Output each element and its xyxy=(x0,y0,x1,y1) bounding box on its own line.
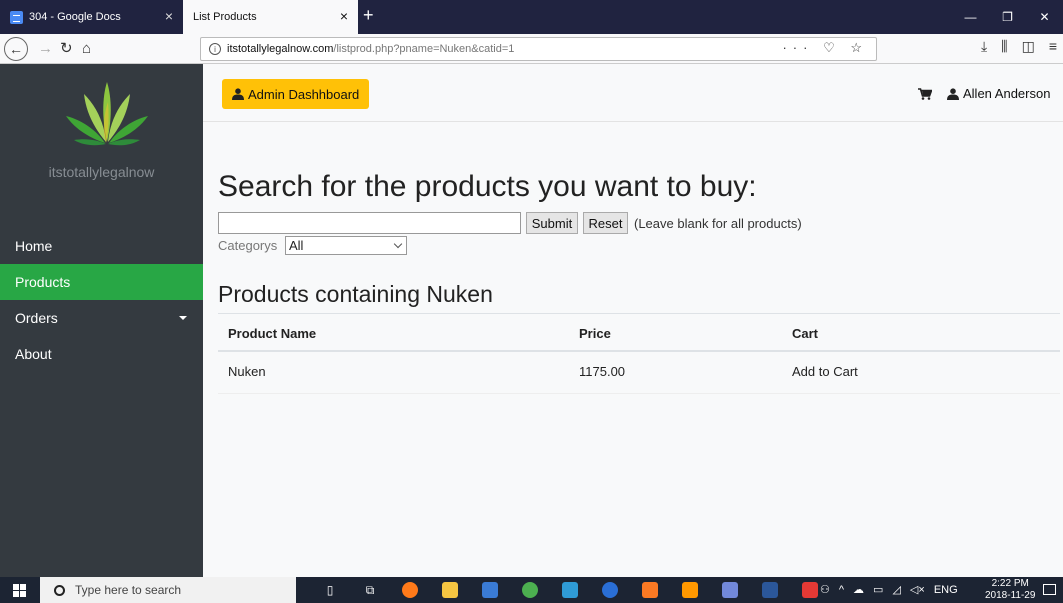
tab-title: 304 - Google Docs xyxy=(29,11,121,23)
column-header-product-name: Product Name xyxy=(228,326,317,341)
address-bar[interactable]: i itstotallylegalnow.com/listprod.php?pn… xyxy=(200,37,877,61)
system-tray: ⚇ ^ ☁ ▭ ◿ ◁× ENG xyxy=(820,583,958,597)
products-table: Product Name Price Cart Nuken 1175.00 Ad… xyxy=(218,313,1060,394)
column-header-cart: Cart xyxy=(792,326,819,341)
r-app-icon[interactable] xyxy=(590,577,630,603)
product-search-input[interactable] xyxy=(218,212,521,234)
restore-icon[interactable]: ❐ xyxy=(989,0,1026,34)
taskbar-clock[interactable]: 2:22 PM 2018-11-29 xyxy=(985,578,1035,602)
tab-list-products[interactable]: List Products × xyxy=(183,0,358,34)
submit-button[interactable]: Submit xyxy=(526,212,578,234)
close-icon[interactable]: × xyxy=(165,9,173,23)
top-bar: Admin Dashhboard Allen Anderson xyxy=(203,64,1063,122)
close-window-icon[interactable]: ✕ xyxy=(1026,0,1063,34)
user-icon xyxy=(947,87,959,100)
sidebar-item-label: Products xyxy=(15,274,71,290)
task-view-icon[interactable]: ⧉ xyxy=(350,577,390,603)
table-header: Product Name Price Cart xyxy=(218,313,1060,352)
tab-google-docs[interactable]: 304 - Google Docs × xyxy=(0,0,183,34)
clock-time: 2:22 PM xyxy=(991,578,1029,589)
battery-icon[interactable]: ▭ xyxy=(873,583,883,596)
cannabis-leaf-logo xyxy=(66,82,148,146)
reload-icon[interactable]: ↻ xyxy=(60,38,73,60)
sublime-text-icon[interactable] xyxy=(670,577,710,603)
network-app-icon[interactable] xyxy=(550,577,590,603)
page-title: Search for the products you want to buy: xyxy=(218,170,757,203)
forward-arrow-icon[interactable]: → xyxy=(38,38,53,60)
download-icon[interactable]: ⤓ xyxy=(981,38,987,55)
browser-nav-bar: ← → ↻ ⌂ i itstotallylegalnow.com/listpro… xyxy=(0,34,1063,64)
people-icon[interactable]: ⚇ xyxy=(820,583,830,596)
sidebar: itstotallylegalnow Home Products Orders … xyxy=(0,64,203,577)
cloud-icon[interactable]: ☁ xyxy=(853,583,864,596)
close-icon[interactable]: × xyxy=(340,9,348,23)
sidebar-item-about[interactable]: About xyxy=(0,336,203,372)
table-row: Nuken 1175.00 Add to Cart xyxy=(218,352,1060,394)
sidebar-item-home[interactable]: Home xyxy=(0,228,203,264)
category-label: Categorys xyxy=(218,238,278,253)
column-header-price: Price xyxy=(579,326,611,341)
back-arrow-icon[interactable]: ← xyxy=(4,37,28,61)
wifi-icon[interactable]: ◿ xyxy=(892,583,900,596)
caret-down-icon xyxy=(179,316,187,320)
firefox-icon[interactable] xyxy=(390,577,430,603)
volume-icon[interactable]: ◁× xyxy=(910,583,925,596)
search-hint: (Leave blank for all products) xyxy=(634,216,802,231)
user-account-link[interactable]: Allen Anderson xyxy=(947,86,1050,101)
windows-start-icon[interactable] xyxy=(13,584,26,597)
chrome-icon[interactable] xyxy=(510,577,550,603)
sidebar-item-label: About xyxy=(15,346,52,362)
library-icon[interactable]: ⫼ xyxy=(1001,38,1007,55)
discord-icon[interactable] xyxy=(710,577,750,603)
cortana-icon xyxy=(54,584,65,596)
category-selected-value: All xyxy=(289,238,304,253)
brand-name[interactable]: itstotallylegalnow xyxy=(0,164,203,180)
minimize-icon[interactable]: — xyxy=(952,0,989,34)
home-icon[interactable]: ⌂ xyxy=(82,38,91,60)
file-explorer-icon[interactable] xyxy=(430,577,470,603)
clock-date: 2018-11-29 xyxy=(985,590,1036,601)
page-actions-icons[interactable]: ··· ♡ ☆ xyxy=(782,40,868,56)
windows-taskbar: Type here to search ▯ ⧉ ⚇ ^ ☁ ▭ ◿ ◁× ENG… xyxy=(0,577,1063,603)
add-to-cart-link[interactable]: Add to Cart xyxy=(792,364,858,379)
tab-title: List Products xyxy=(193,11,257,23)
chevron-down-icon xyxy=(393,239,403,249)
toolbar-icons: ⤓ ⫼ ◫ ≡ xyxy=(981,38,1063,55)
taskbar-search-box[interactable]: Type here to search xyxy=(40,577,296,603)
user-name: Allen Anderson xyxy=(963,86,1051,101)
window-controls: — ❐ ✕ xyxy=(952,0,1063,34)
browser-tab-bar: 304 - Google Docs × List Products × + — … xyxy=(0,0,1063,34)
language-indicator[interactable]: ENG xyxy=(934,584,958,596)
new-tab-icon[interactable]: + xyxy=(363,5,374,25)
chevron-up-icon[interactable]: ^ xyxy=(839,584,844,596)
user-shield-icon xyxy=(232,88,244,100)
url-path: /listprod.php?pname=Nuken&catid=1 xyxy=(333,43,515,55)
category-select[interactable]: All xyxy=(285,236,407,255)
results-heading: Products containing Nuken xyxy=(218,281,493,307)
xampp-icon[interactable] xyxy=(630,577,670,603)
product-price-cell: 1175.00 xyxy=(579,364,626,379)
reset-button[interactable]: Reset xyxy=(583,212,628,234)
pen-app-icon[interactable] xyxy=(470,577,510,603)
shopping-cart-icon[interactable] xyxy=(918,88,932,100)
admin-button-label: Admin Dashhboard xyxy=(248,86,360,102)
info-icon[interactable]: i xyxy=(209,43,221,55)
notification-icon[interactable] xyxy=(1043,584,1056,595)
google-docs-icon xyxy=(10,10,23,24)
sidebar-item-label: Orders xyxy=(15,310,58,326)
taskbar-search-placeholder: Type here to search xyxy=(75,583,182,597)
url-host: itstotallylegalnow.com xyxy=(227,43,334,55)
sidebar-item-orders[interactable]: Orders xyxy=(0,300,203,336)
sidebar-item-products[interactable]: Products xyxy=(0,264,203,300)
admin-dashboard-button[interactable]: Admin Dashhboard xyxy=(222,79,370,109)
microphone-icon[interactable]: ▯ xyxy=(310,577,350,603)
sidebar-toggle-icon[interactable]: ◫ xyxy=(1022,38,1035,55)
sidebar-item-label: Home xyxy=(15,238,53,254)
product-name-cell: Nuken xyxy=(228,364,266,379)
menu-icon[interactable]: ≡ xyxy=(1049,38,1057,55)
word-icon[interactable] xyxy=(750,577,790,603)
taskbar-apps: ▯ ⧉ xyxy=(310,577,830,603)
